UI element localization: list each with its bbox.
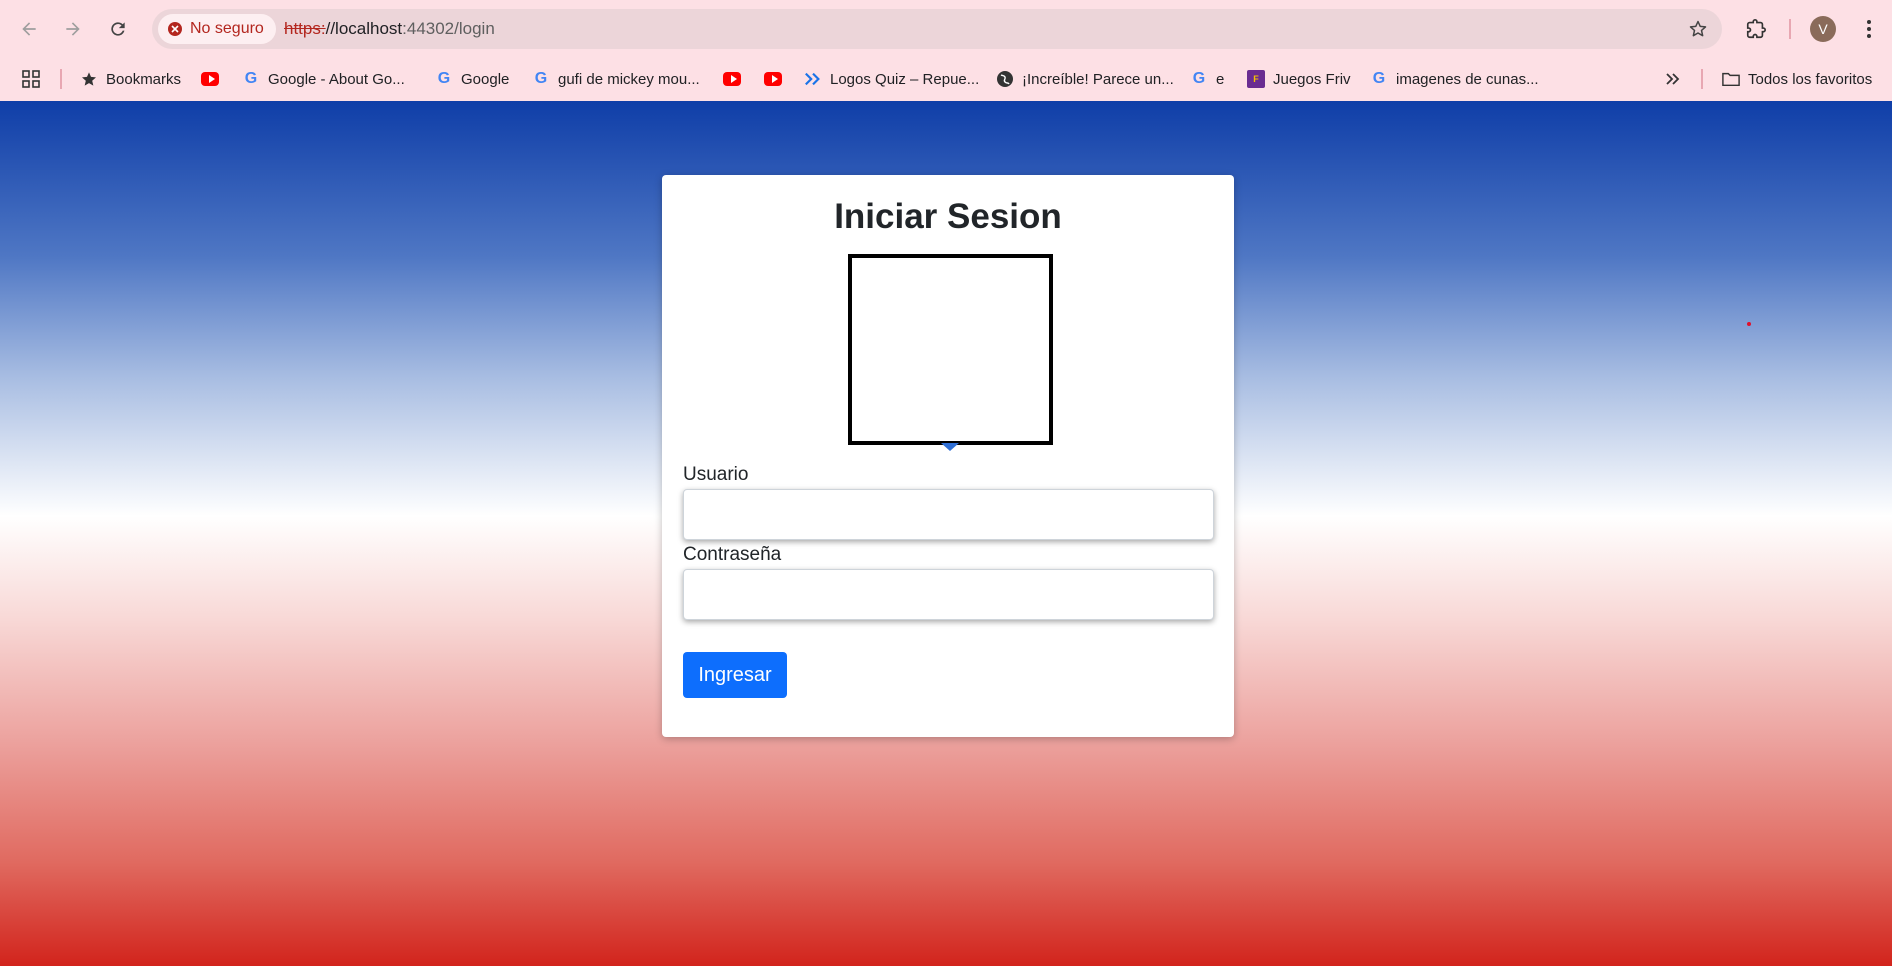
login-card: Iniciar Sesion Usuario Contraseña Ingres…: [662, 175, 1234, 737]
google-icon: G: [1192, 70, 1206, 87]
url-host: //localhost: [325, 19, 403, 38]
bookmark-item[interactable]: G e: [1190, 66, 1225, 92]
more-bookmarks-button[interactable]: [1664, 66, 1682, 92]
globe-icon: [996, 70, 1014, 88]
page-content: Iniciar Sesion Usuario Contraseña Ingres…: [0, 101, 1892, 966]
login-submit-button[interactable]: Ingresar: [683, 652, 787, 698]
reload-button[interactable]: [102, 13, 134, 45]
youtube-icon: [764, 70, 782, 88]
bookmark-item[interactable]: [201, 66, 219, 92]
bookmark-item[interactable]: [723, 66, 741, 92]
all-bookmarks-folder[interactable]: Todos los favoritos: [1722, 66, 1872, 92]
security-chip[interactable]: No seguro: [158, 14, 276, 44]
password-input[interactable]: [683, 569, 1214, 620]
toolbar-divider: [1789, 19, 1791, 39]
decorative-dot: [1747, 322, 1751, 326]
caret-icon: [941, 443, 959, 451]
back-button[interactable]: [13, 13, 45, 45]
back-arrow-icon: [22, 22, 36, 36]
logo-image-placeholder: [848, 254, 1053, 445]
bookmark-label: Google - About Go...: [268, 70, 405, 88]
youtube-icon: [723, 70, 741, 88]
bookmark-item[interactable]: Logos Quiz – Repue...: [804, 66, 979, 92]
username-label: Usuario: [683, 464, 749, 485]
url-path: :44302/login: [402, 19, 495, 38]
bookmark-label: Todos los favoritos: [1748, 70, 1873, 88]
bookmark-label: Google: [461, 70, 510, 88]
bookmark-item[interactable]: F Juegos Friv: [1247, 66, 1351, 92]
browser-menu-button[interactable]: [1853, 13, 1885, 45]
bookmarks-divider: [60, 69, 62, 89]
google-icon: G: [534, 70, 548, 87]
browser-chrome: No seguro https://localhost:44302/login …: [0, 0, 1892, 101]
folder-icon: [1722, 70, 1740, 88]
bookmark-item[interactable]: G gufi de mickey mou...: [532, 66, 700, 92]
password-label: Contraseña: [683, 544, 782, 565]
bookmark-star-button[interactable]: [1686, 17, 1710, 41]
double-chevron-icon: [804, 70, 822, 88]
page-title: Iniciar Sesion: [834, 197, 1062, 236]
kebab-menu-icon: [1867, 20, 1871, 38]
url-text[interactable]: https://localhost:44302/login: [284, 19, 495, 39]
extensions-button[interactable]: [1740, 13, 1772, 45]
browser-toolbar: No seguro https://localhost:44302/login …: [0, 0, 1892, 58]
bookmark-item[interactable]: G imagenes de cunas...: [1370, 66, 1539, 92]
not-secure-icon: [168, 22, 182, 36]
google-icon: G: [244, 70, 258, 87]
google-icon: G: [437, 70, 451, 87]
address-bar[interactable]: No seguro https://localhost:44302/login: [152, 9, 1722, 49]
security-label: No seguro: [190, 20, 264, 37]
bookmark-item[interactable]: Bookmarks: [80, 66, 181, 92]
apps-button[interactable]: [22, 66, 40, 92]
bookmark-item[interactable]: G Google: [435, 66, 510, 92]
bookmark-label: imagenes de cunas...: [1396, 70, 1539, 88]
bookmarks-divider: [1701, 69, 1703, 89]
bookmark-label: Bookmarks: [106, 70, 182, 88]
bookmark-label: ¡Increíble! Parece un...: [1022, 70, 1174, 88]
profile-avatar[interactable]: V: [1810, 16, 1836, 42]
bookmark-item[interactable]: G Google - About Go...: [242, 66, 405, 92]
bookmark-label: e: [1216, 70, 1225, 88]
bookmarks-bar: Bookmarks G Google - About Go... G Googl…: [0, 58, 1892, 101]
star-icon: [80, 70, 98, 88]
double-chevron-right-icon: [1664, 70, 1682, 88]
bookmark-label: Juegos Friv: [1273, 70, 1351, 88]
bookmark-item[interactable]: ¡Increíble! Parece un...: [996, 66, 1174, 92]
google-icon: G: [1372, 70, 1386, 87]
friv-icon: F: [1247, 70, 1265, 88]
reload-icon: [111, 22, 125, 36]
apps-grid-icon: [22, 70, 40, 88]
bookmark-label: Logos Quiz – Repue...: [830, 70, 980, 88]
forward-button[interactable]: [57, 13, 89, 45]
bookmark-item[interactable]: [764, 66, 782, 92]
forward-arrow-icon: [66, 22, 80, 36]
username-input[interactable]: [683, 489, 1214, 540]
url-scheme: https:: [284, 19, 326, 38]
youtube-icon: [201, 70, 219, 88]
star-outline-icon: [1689, 20, 1707, 37]
puzzle-icon: [1746, 19, 1766, 39]
bookmark-label: gufi de mickey mou...: [558, 70, 700, 88]
